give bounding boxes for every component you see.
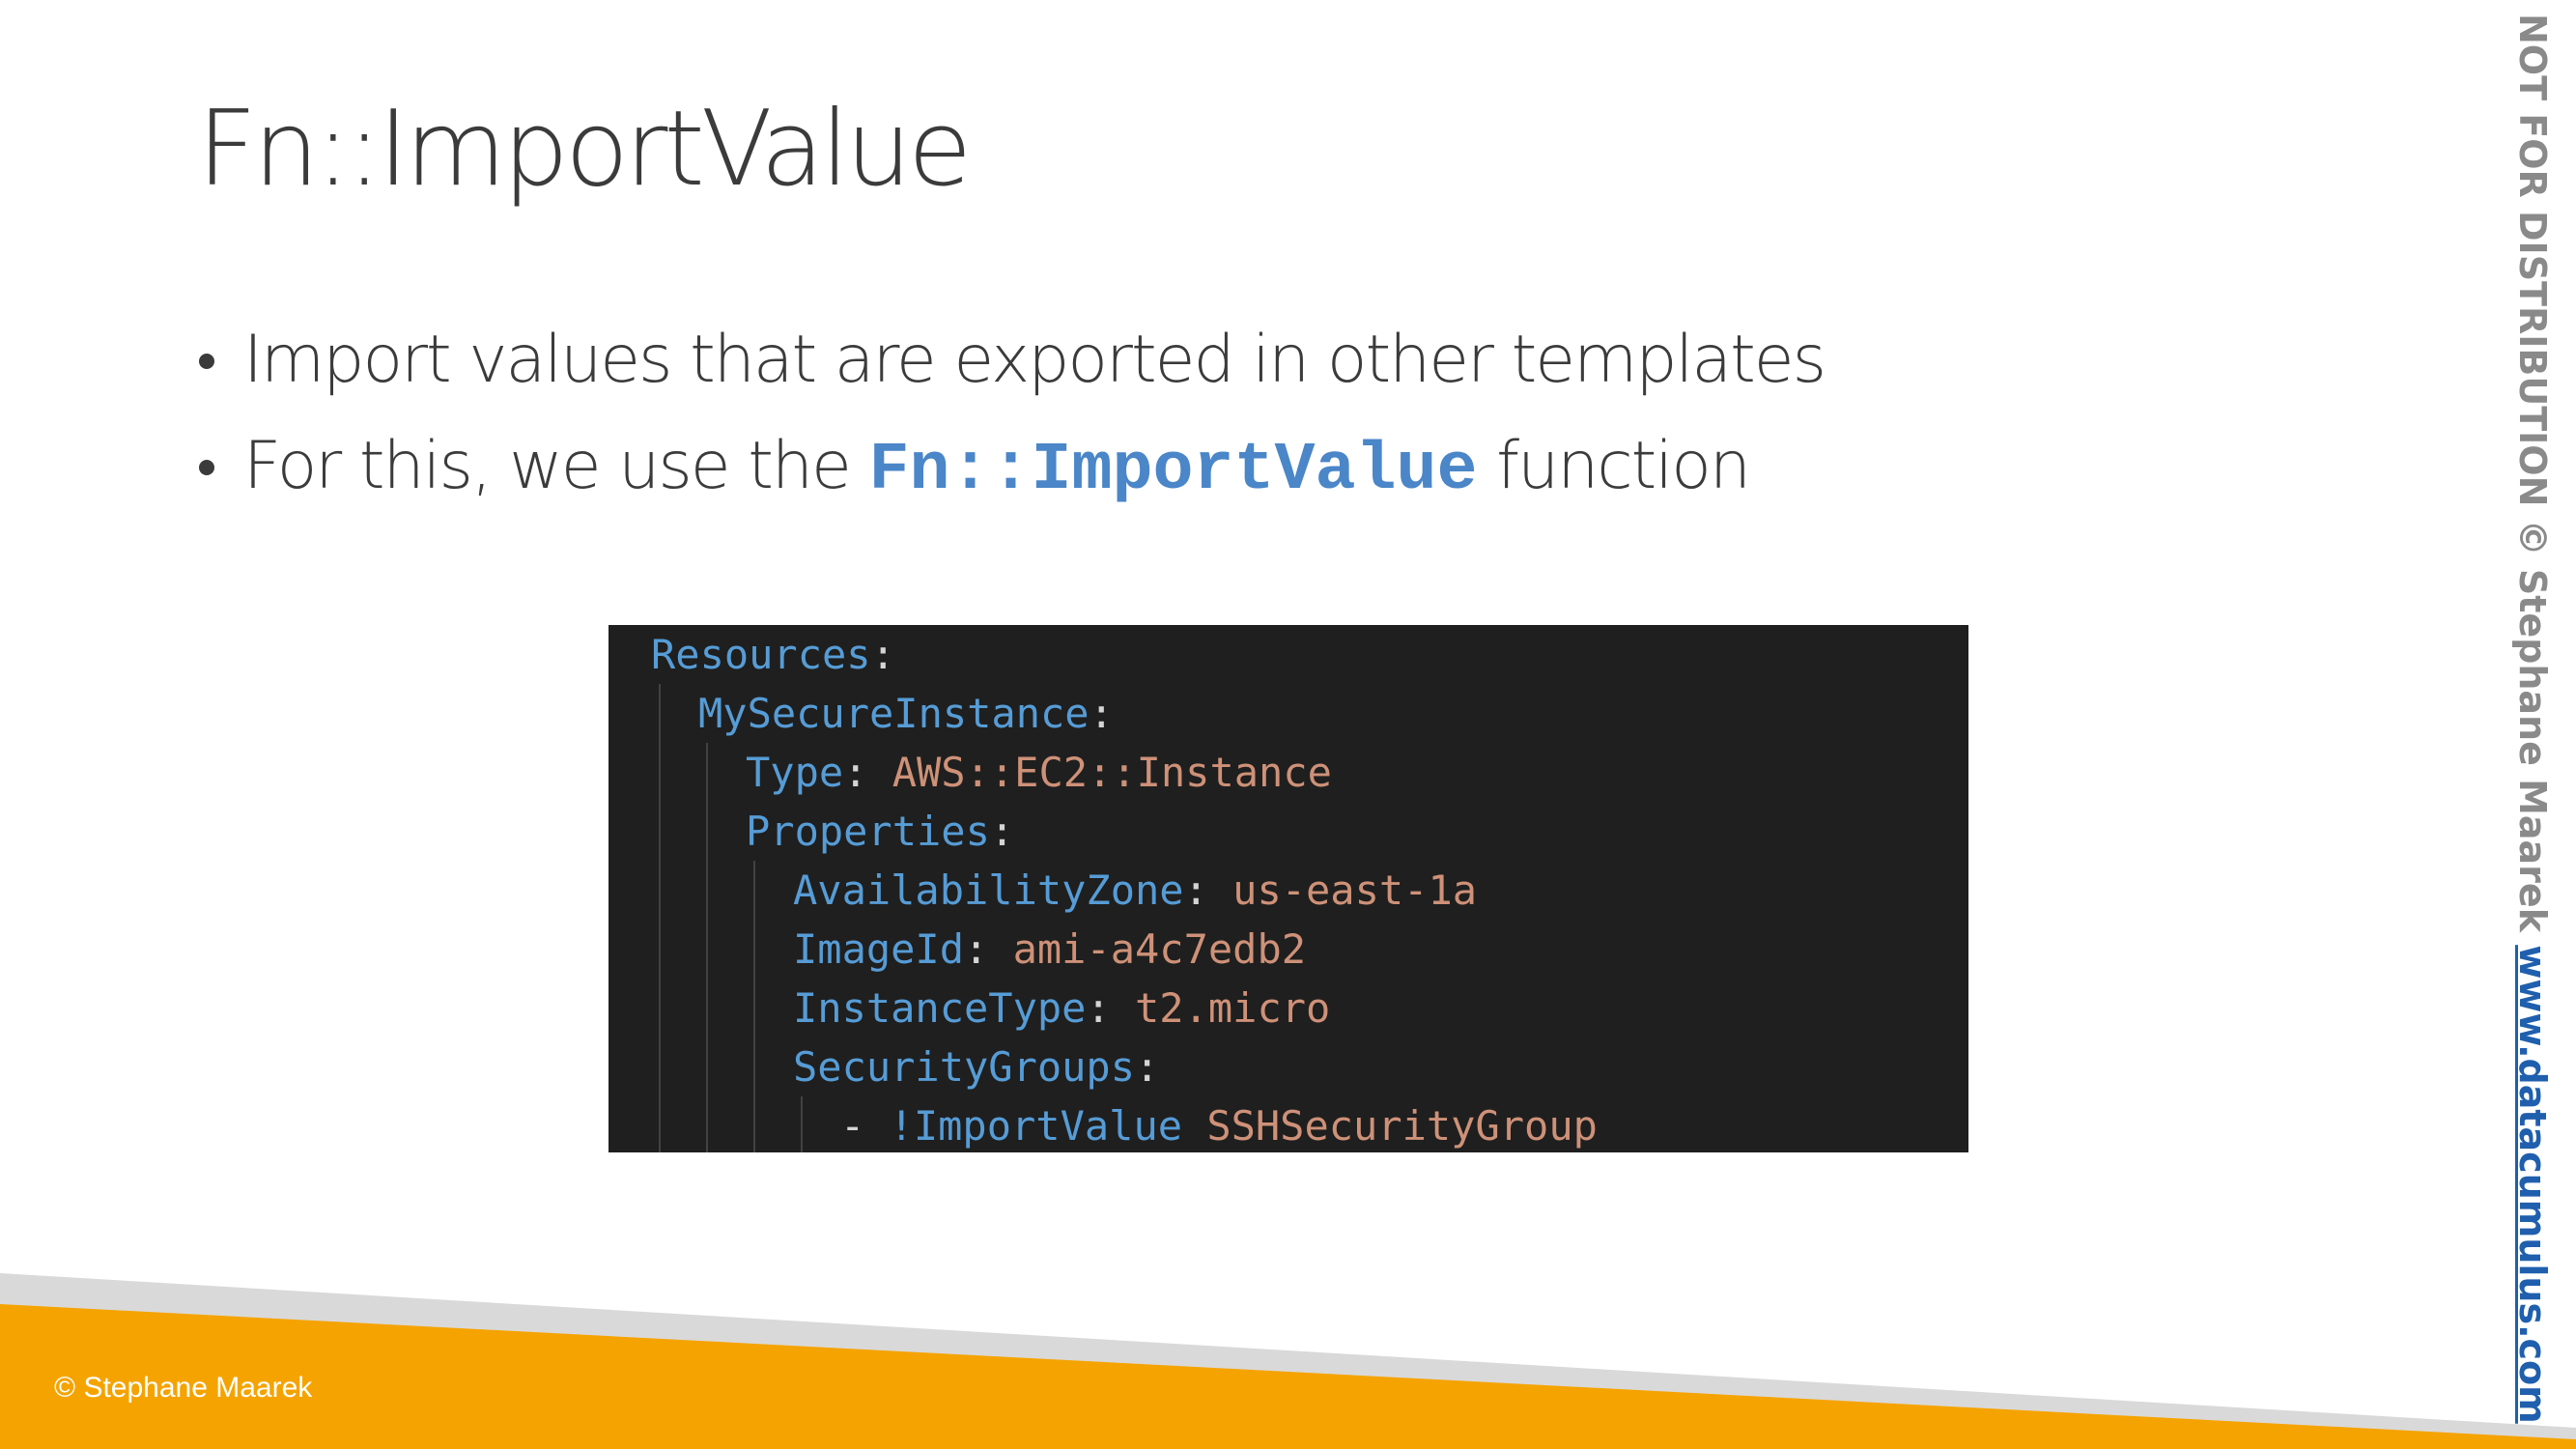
indent-guide <box>706 1037 708 1096</box>
bullet-list: Import values that are exported in other… <box>197 307 1826 520</box>
code-key: Type <box>746 749 844 796</box>
code-dash: - <box>840 1102 890 1150</box>
orange-band <box>0 1304 2576 1449</box>
code-line: Properties: <box>746 802 1014 861</box>
code-value: AWS::EC2::Instance <box>892 749 1332 796</box>
code-key: !ImportValue <box>889 1102 1183 1150</box>
indent-guide <box>753 979 755 1037</box>
indent-guide <box>659 743 661 802</box>
indent-guide <box>706 920 708 979</box>
slide-title: Fn::ImportValue <box>197 89 972 210</box>
code-key: Properties <box>746 808 990 855</box>
indent-guide <box>659 861 661 920</box>
code-value: t2.micro <box>1135 984 1331 1032</box>
code-key: Resources <box>651 631 871 678</box>
bullet-text: Import values that are exported in other… <box>243 322 1826 398</box>
code-separator: : <box>964 925 1013 973</box>
watermark: NOT FOR DISTRIBUTION © Stephane Maarek w… <box>2508 14 2557 1424</box>
code-line: MySecureInstance: <box>698 684 1114 743</box>
code-line: SecurityGroups: <box>793 1037 1159 1096</box>
code-key: MySecureInstance <box>698 690 1090 737</box>
indent-guide <box>659 979 661 1037</box>
code-value: SSHSecurityGroup <box>1206 1102 1598 1150</box>
bullet-dot <box>199 460 214 475</box>
indent-guide <box>659 1037 661 1096</box>
code-separator: : <box>1183 867 1233 914</box>
indent-guide <box>659 920 661 979</box>
indent-guide <box>706 743 708 802</box>
bullet-item-function: For this, we use the Fn::ImportValue fun… <box>197 413 1825 520</box>
indent-guide <box>753 1096 755 1152</box>
code-separator: : <box>1135 1043 1160 1091</box>
watermark-text: NOT FOR DISTRIBUTION © Stephane Maarek <box>2511 14 2554 946</box>
bullet-item-import-values: Import values that are exported in other… <box>197 307 1826 413</box>
bottom-band <box>0 1273 2576 1449</box>
indent-guide <box>706 802 708 861</box>
indent-guide <box>706 861 708 920</box>
code-separator: : <box>1089 690 1114 737</box>
code-line: AvailabilityZone: us-east-1a <box>793 861 1477 920</box>
code-line: ImageId: ami-a4c7edb2 <box>793 920 1306 979</box>
inline-code-function: Fn::ImportValue <box>868 433 1478 509</box>
indent-guide <box>706 1096 708 1152</box>
code-separator: : <box>989 808 1015 855</box>
footer-copyright: © Stephane Maarek <box>54 1372 313 1404</box>
indent-guide <box>753 861 755 920</box>
bullet-dot <box>199 354 214 369</box>
indent-guide <box>659 1096 661 1152</box>
code-line: - !ImportValue SSHSecurityGroup <box>840 1096 1598 1152</box>
code-block: Resources: MySecureInstance: Type: AWS::EC… <box>609 625 1968 1152</box>
indent-guide <box>753 920 755 979</box>
indent-guide <box>659 684 661 743</box>
code-key: AvailabilityZone <box>793 867 1184 914</box>
indent-guide <box>801 1096 803 1152</box>
indent-guide <box>753 1037 755 1096</box>
code-value: ami-a4c7edb2 <box>1012 925 1307 973</box>
code-separator <box>1182 1102 1206 1150</box>
code-line: Resources: <box>651 625 895 684</box>
code-key: SecurityGroups <box>793 1043 1136 1091</box>
code-line: Type: AWS::EC2::Instance <box>746 743 1332 802</box>
bullet-text-before: For this, we use the <box>243 428 869 504</box>
bullet-text-after: function <box>1477 428 1751 504</box>
code-value: us-east-1a <box>1232 867 1478 914</box>
code-key: InstanceType <box>793 984 1087 1032</box>
code-line: InstanceType: t2.micro <box>793 979 1330 1037</box>
code-separator: : <box>870 631 895 678</box>
code-separator: : <box>843 749 892 796</box>
indent-guide <box>706 979 708 1037</box>
code-separator: : <box>1086 984 1136 1032</box>
indent-guide <box>659 802 661 861</box>
code-key: ImageId <box>793 925 965 973</box>
